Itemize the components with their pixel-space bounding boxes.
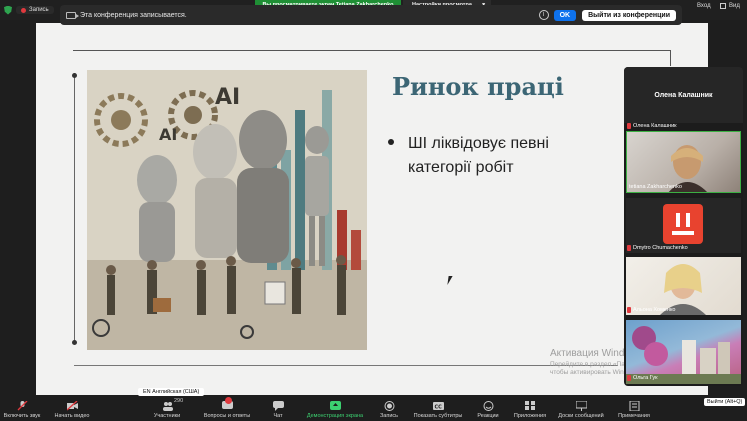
participant-video-tile[interactable]: Dmytro Chumachenko <box>626 198 741 253</box>
ok-button[interactable]: OK <box>553 9 577 21</box>
participant-name: tetiana Zakharchenko <box>629 184 682 190</box>
recording-notice-text: Эта конференция записывается. <box>80 11 187 19</box>
slide-frame-bottom <box>74 365 618 366</box>
recording-camera-icon <box>66 11 79 19</box>
participants-label: Участники <box>153 413 181 419</box>
image-ai-text: AI <box>215 85 240 110</box>
zoom-window: Запись Вы просматриваете экран Tetiana Z… <box>0 0 747 421</box>
participants-count: 290 <box>174 398 184 404</box>
slide-title: Ринок праці <box>392 72 564 101</box>
whiteboards-button[interactable]: Доски сообщений <box>551 401 611 419</box>
participant-video-tile[interactable]: Альона Хоменко <box>626 257 741 315</box>
view-button[interactable]: Вид <box>720 3 740 9</box>
share-screen-icon <box>329 401 341 410</box>
bullet-dot <box>388 139 394 145</box>
slide-frame-dot <box>72 73 77 78</box>
language-tooltip: EN Английская (США) <box>138 388 205 396</box>
slide-frame-dot <box>72 340 77 345</box>
qa-label: Вопросы и ответы <box>203 413 251 419</box>
notes-button[interactable]: Примечания <box>604 401 664 419</box>
bullet-text: ШІ ліквідовує певні категорії робіт <box>408 135 549 176</box>
whiteboard-icon <box>575 401 587 411</box>
grid-icon <box>720 3 726 9</box>
mouse-cursor-icon <box>447 276 453 285</box>
participant-video-tile[interactable]: tetiana Zakharchenko <box>626 131 741 193</box>
participant-label: Ольга Гук <box>627 375 658 381</box>
participant-name: Олена Калашник <box>633 123 677 129</box>
meeting-toolbar: Включить звук Начать видео Участники 290… <box>0 396 747 421</box>
record-label: Запись <box>379 413 399 419</box>
notification-badge <box>225 397 232 404</box>
slide-frame-left <box>74 73 75 343</box>
notes-icon <box>629 401 639 411</box>
chat-icon <box>272 401 284 411</box>
recording-notice-bar: Эта конференция записывается. i OK Выйти… <box>60 5 682 25</box>
participant-label: Альона Хоменко <box>627 307 676 313</box>
participant-video-tile[interactable]: Ольга Гук <box>626 320 741 384</box>
mic-muted-icon <box>627 375 631 381</box>
participant-name: Dmytro Chumachenko <box>633 245 688 251</box>
exit-tooltip: Выйти (Alt+Q) <box>704 398 746 406</box>
slide-frame-right <box>670 50 671 66</box>
ai-workforce-illustration: AI AI <box>87 70 367 350</box>
share-screen-button[interactable]: Демонстрация экрана <box>305 401 365 419</box>
recording-indicator: Запись <box>4 3 54 17</box>
notes-label: Примечания <box>618 413 650 419</box>
enter-label: Вход <box>697 3 711 9</box>
participant-video-panel: Олена Калашник Олена Калашник tetiana Za… <box>624 67 743 386</box>
record-status-label: Запись <box>29 7 49 13</box>
mic-muted-icon <box>627 307 631 313</box>
active-speaker-tile[interactable]: Олена Калашник <box>624 67 743 123</box>
participant-name: Ольга Гук <box>633 375 658 381</box>
image-ai-text: AI <box>159 125 177 144</box>
record-icon <box>384 401 394 411</box>
mic-off-icon <box>17 401 27 411</box>
shared-screen: AI AI Ринок праці ШІ ліквідовує певні ка… <box>36 23 708 395</box>
participant-label: Олена Калашник <box>627 123 677 129</box>
enter-button[interactable]: Вход <box>697 3 711 9</box>
start-video-label: Начать видео <box>54 413 90 419</box>
reactions-icon <box>483 401 493 411</box>
start-video-button[interactable]: Начать видео <box>42 401 102 419</box>
info-icon[interactable]: i <box>538 10 549 20</box>
leave-meeting-button[interactable]: Выйти из конференции <box>582 9 676 21</box>
chat-label: Чат <box>273 413 283 419</box>
unmute-label: Включить звук <box>3 413 41 419</box>
participant-label: tetiana Zakharchenko <box>629 184 682 190</box>
video-off-icon <box>66 401 78 411</box>
participant-name: Альона Хоменко <box>633 307 676 313</box>
svg-text:CC: CC <box>434 405 442 411</box>
captions-icon: CC <box>432 402 444 411</box>
mic-muted-icon <box>627 123 631 129</box>
reactions-label: Реакции <box>477 413 499 419</box>
shield-icon <box>4 5 12 15</box>
apps-icon <box>524 401 535 410</box>
record-status-chip[interactable]: Запись <box>16 6 54 14</box>
participant-label: Dmytro Chumachenko <box>627 245 688 251</box>
whiteboards-label: Доски сообщений <box>558 413 604 419</box>
slide-bullet: ШІ ліквідовує певні категорії робіт <box>388 132 608 180</box>
mic-muted-icon <box>627 245 631 251</box>
participant-logo-icon <box>663 204 703 244</box>
slide-frame-top <box>73 50 671 51</box>
record-dot-icon <box>21 7 26 13</box>
participants-button[interactable]: Участники <box>137 401 197 419</box>
apps-label: Приложения <box>513 413 547 419</box>
view-label: Вид <box>729 3 740 9</box>
chat-button[interactable]: Чат <box>248 401 308 419</box>
active-speaker-name: Олена Калашник <box>654 91 713 99</box>
participants-icon <box>162 402 173 411</box>
show-captions-label: Показать субтитры <box>413 413 463 419</box>
share-screen-label: Демонстрация экрана <box>306 413 364 419</box>
